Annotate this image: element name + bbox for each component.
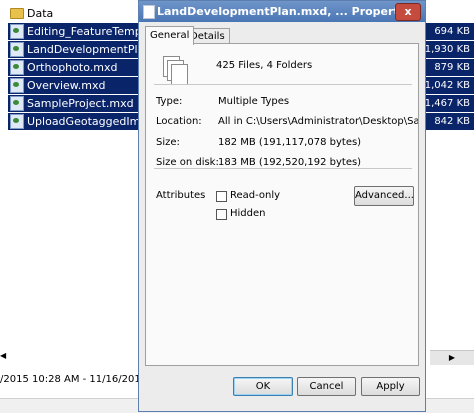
- file-size: [424, 5, 474, 22]
- file-list: Data Editing_FeatureTemplate.mxd LandDevel…: [8, 5, 138, 131]
- size-on-disk-label: Size on disk:: [156, 157, 219, 168]
- file-name: SampleProject.mxd: [27, 97, 134, 110]
- tab-general[interactable]: General: [145, 26, 195, 45]
- scroll-right-arrow[interactable]: ▶: [430, 350, 474, 365]
- mxd-file-icon: [10, 114, 24, 129]
- size-value: 182 MB (191,117,078 bytes): [218, 137, 362, 148]
- file-row[interactable]: Orthophoto.mxd: [8, 59, 138, 76]
- divider: [154, 168, 412, 169]
- attributes-label: Attributes: [156, 190, 206, 201]
- document-icon: [143, 5, 155, 19]
- file-name: LandDevelopmentPlan.mxd: [27, 43, 138, 56]
- file-name: UploadGeotaggedImages.mxd: [27, 115, 138, 128]
- multiple-files-icon: [163, 56, 188, 85]
- mxd-file-icon: [10, 96, 24, 111]
- scroll-left-arrow[interactable]: ◀: [0, 350, 8, 362]
- file-row[interactable]: Editing_FeatureTemplate.mxd: [8, 23, 138, 40]
- type-value: Multiple Types: [218, 96, 290, 107]
- mxd-file-icon: [10, 42, 24, 57]
- properties-dialog: LandDevelopmentPlan.mxd, ... Properties …: [138, 0, 426, 412]
- general-panel: 425 Files, 4 Folders Type: Multiple Type…: [145, 43, 419, 366]
- file-name: Orthophoto.mxd: [27, 61, 118, 74]
- file-row[interactable]: LandDevelopmentPlan.mxd: [8, 41, 138, 58]
- file-size: 1,467 KB: [424, 95, 474, 112]
- file-row[interactable]: Data: [8, 5, 138, 22]
- divider: [154, 84, 412, 85]
- dialog-title: LandDevelopmentPlan.mxd, ... Properties: [157, 5, 417, 18]
- size-column: 694 KB 1,930 KB 879 KB 1,042 KB 1,467 KB 842 …: [424, 5, 474, 131]
- file-name: Data: [27, 7, 54, 20]
- file-name: Editing_FeatureTemplate.mxd: [27, 25, 138, 38]
- ok-button[interactable]: OK: [233, 377, 293, 396]
- advanced-button[interactable]: Advanced...: [354, 186, 414, 206]
- file-size: 1,930 KB: [424, 41, 474, 58]
- mxd-file-icon: [10, 78, 24, 93]
- close-button[interactable]: x: [395, 3, 421, 21]
- file-row[interactable]: UploadGeotaggedImages.mxd: [8, 113, 138, 130]
- size-on-disk-value: 183 MB (192,520,192 bytes): [218, 157, 362, 168]
- cancel-button[interactable]: Cancel: [297, 377, 356, 396]
- read-only-label[interactable]: Read-only: [230, 190, 280, 201]
- location-label: Location:: [156, 116, 202, 127]
- location-value: All in C:\Users\Administrator\Desktop\Sa…: [218, 116, 418, 127]
- file-size: 879 KB: [424, 59, 474, 76]
- dialog-titlebar[interactable]: LandDevelopmentPlan.mxd, ... Properties …: [139, 1, 425, 22]
- files-summary: 425 Files, 4 Folders: [216, 60, 313, 71]
- size-label: Size:: [156, 137, 180, 148]
- hidden-checkbox[interactable]: [216, 209, 227, 220]
- file-name: Overview.mxd: [27, 79, 106, 92]
- mxd-file-icon: [10, 60, 24, 75]
- type-label: Type:: [156, 96, 183, 107]
- apply-button[interactable]: Apply: [361, 377, 420, 396]
- folder-icon: [10, 8, 24, 19]
- file-size: 842 KB: [424, 113, 474, 130]
- hidden-label[interactable]: Hidden: [230, 208, 265, 219]
- file-size: 694 KB: [424, 23, 474, 40]
- file-row[interactable]: SampleProject.mxd: [8, 95, 138, 112]
- file-size: 1,042 KB: [424, 77, 474, 94]
- mxd-file-icon: [10, 24, 24, 39]
- file-row[interactable]: Overview.mxd: [8, 77, 138, 94]
- read-only-checkbox[interactable]: [216, 191, 227, 202]
